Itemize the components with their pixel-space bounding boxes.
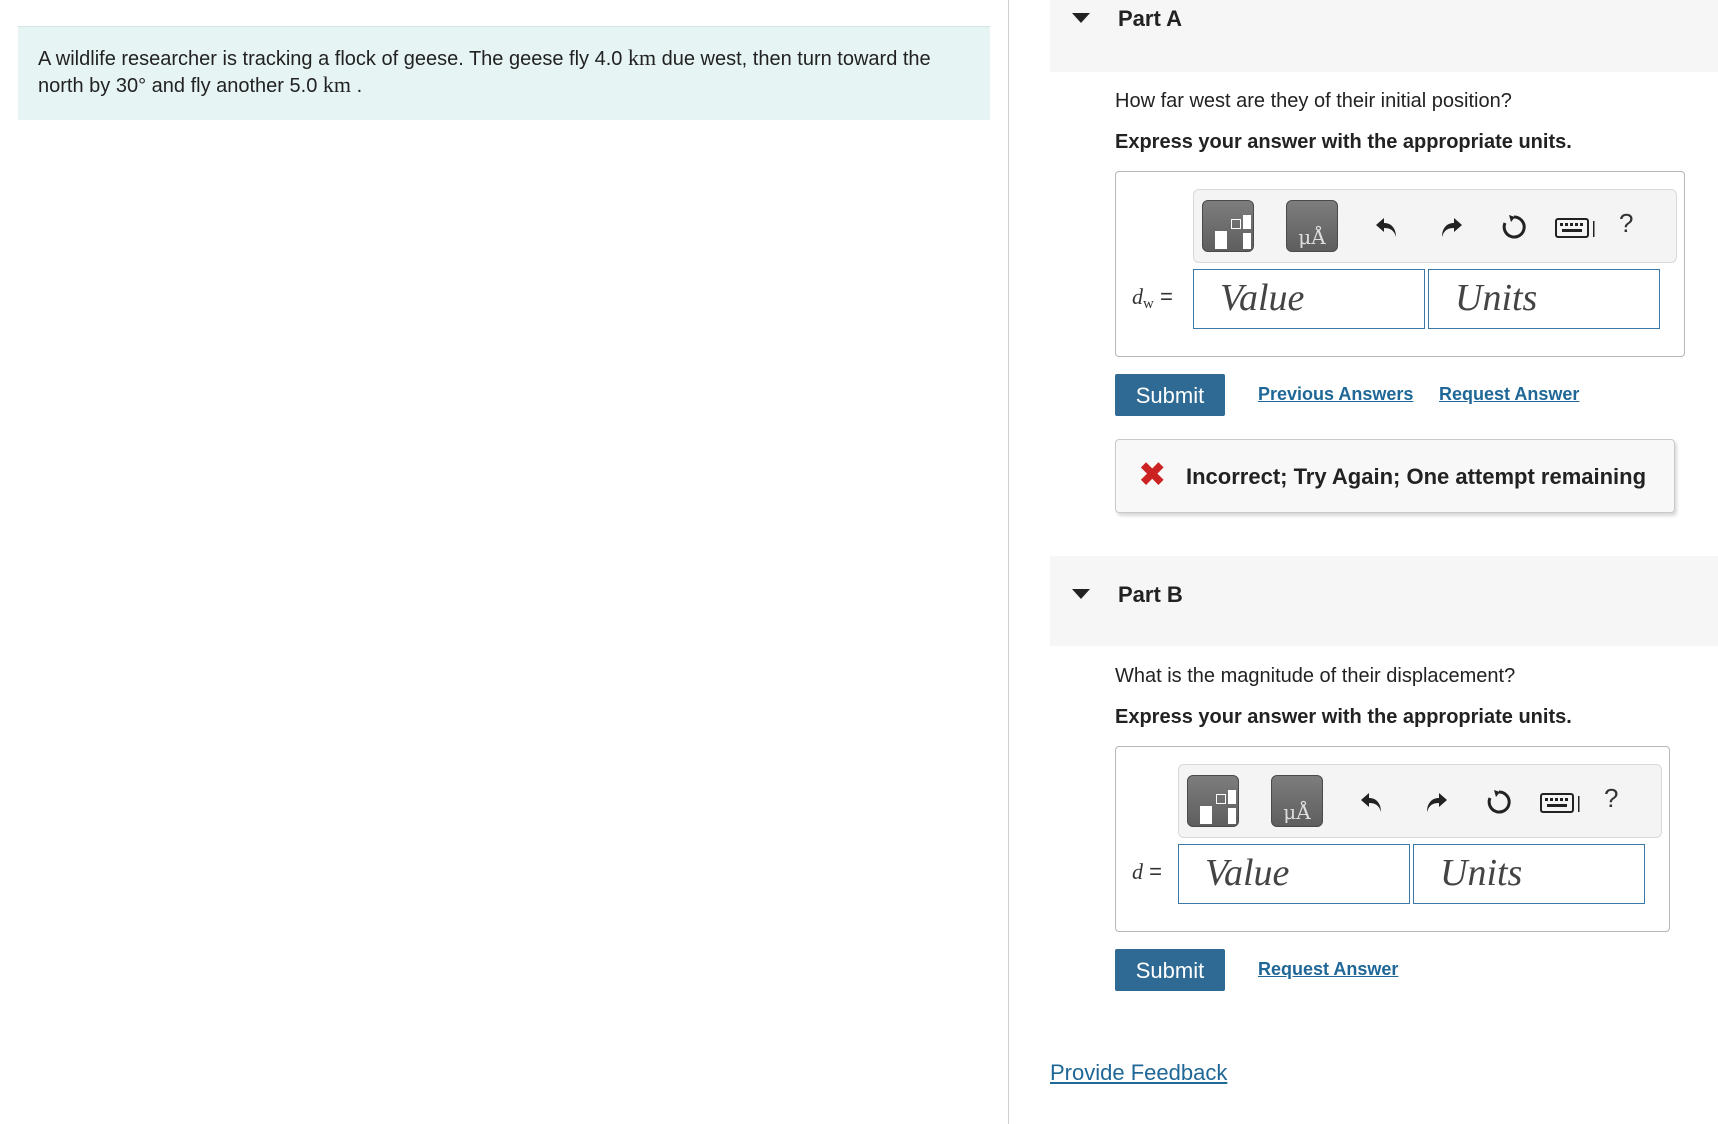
collapse-caret-icon[interactable] (1072, 13, 1090, 23)
feedback-message-box: ✖ Incorrect; Try Again; One attempt rema… (1115, 439, 1675, 513)
feedback-message: Incorrect; Try Again; One attempt remain… (1186, 464, 1647, 489)
redo-icon[interactable] (1436, 212, 1466, 242)
panel-divider (1008, 0, 1009, 1124)
part-b-answer-box: μÅ ? d = Value Units (1115, 746, 1670, 932)
part-a-value-input[interactable]: Value (1193, 269, 1425, 329)
problem-unit-1: km (627, 45, 657, 70)
incorrect-x-icon: ✖ (1138, 456, 1167, 494)
part-a-units-input[interactable]: Units (1428, 269, 1660, 329)
part-a-question: How far west are they of their initial p… (1115, 90, 1512, 112)
problem-text-1: A wildlife researcher is tracking a floc… (38, 48, 623, 70)
degree-symbol: ° (138, 75, 147, 97)
help-icon[interactable]: ? (1619, 208, 1633, 239)
units-icon[interactable]: μÅ (1286, 200, 1338, 252)
undo-icon[interactable] (1372, 212, 1402, 242)
part-b-question: What is the magnitude of their displacem… (1115, 665, 1516, 687)
collapse-caret-icon[interactable] (1072, 589, 1090, 599)
part-a-instruction: Express your answer with the appropriate… (1115, 131, 1572, 153)
templates-icon[interactable] (1187, 775, 1239, 827)
problem-unit-2: km (322, 72, 352, 97)
templates-icon[interactable] (1202, 200, 1254, 252)
part-a-answer-box: μÅ ? dw = Value Units (1115, 171, 1685, 357)
undo-icon[interactable] (1357, 787, 1387, 817)
part-b-variable-label: d = (1132, 859, 1162, 884)
units-icon[interactable]: μÅ (1271, 775, 1323, 827)
problem-statement: A wildlife researcher is tracking a floc… (18, 26, 990, 120)
part-b-units-input[interactable]: Units (1413, 844, 1645, 904)
reset-icon[interactable] (1499, 212, 1529, 242)
part-b-title: Part B (1118, 582, 1183, 607)
problem-text-3: and fly another 5.0 (151, 75, 318, 97)
part-a-header[interactable]: Part A (1050, 0, 1718, 72)
previous-answers-link[interactable]: Previous Answers (1258, 384, 1413, 405)
part-b-header[interactable]: Part B (1050, 556, 1718, 646)
part-b-value-input[interactable]: Value (1178, 844, 1410, 904)
keyboard-icon[interactable] (1554, 212, 1598, 242)
reset-icon[interactable] (1484, 787, 1514, 817)
part-b-math-toolbar: μÅ ? (1178, 764, 1662, 838)
part-b-request-answer-link[interactable]: Request Answer (1258, 959, 1398, 980)
part-a-request-answer-link[interactable]: Request Answer (1439, 384, 1579, 405)
part-a-math-toolbar: μÅ ? (1193, 189, 1677, 263)
redo-icon[interactable] (1421, 787, 1451, 817)
provide-feedback-link[interactable]: Provide Feedback (1050, 1060, 1227, 1086)
part-a-title: Part A (1118, 6, 1182, 31)
part-a-submit-button[interactable]: Submit (1115, 374, 1225, 416)
part-b-instruction: Express your answer with the appropriate… (1115, 706, 1572, 728)
part-a-variable-label: dw = (1132, 284, 1173, 312)
help-icon[interactable]: ? (1604, 783, 1618, 814)
keyboard-icon[interactable] (1539, 787, 1583, 817)
problem-text-4: . (356, 75, 363, 97)
part-b-submit-button[interactable]: Submit (1115, 949, 1225, 991)
